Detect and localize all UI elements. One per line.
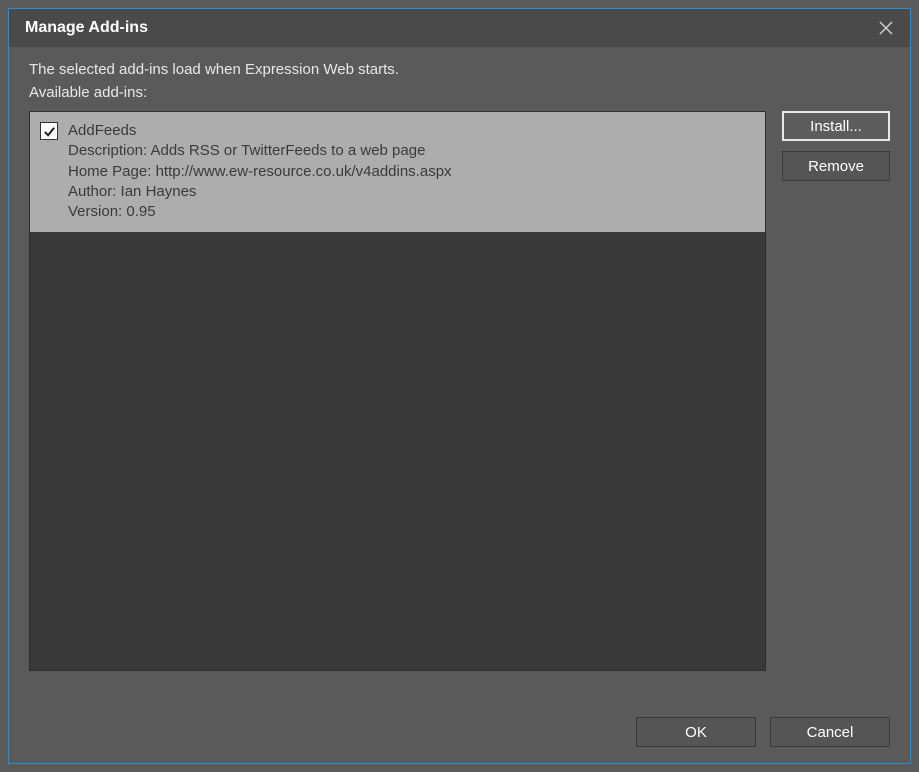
addin-version-line: Version: 0.95 <box>68 202 452 222</box>
addin-description-line: Description: Adds RSS or TwitterFeeds to… <box>68 141 452 161</box>
dialog-footer: OK Cancel <box>29 717 890 747</box>
addin-homepage-value: http://www.ew-resource.co.uk/v4addins.as… <box>156 163 452 180</box>
close-button[interactable] <box>874 16 898 40</box>
addin-author-value: Ian Haynes <box>121 183 197 200</box>
addin-description-value: Adds RSS or TwitterFeeds to a web page <box>151 142 426 159</box>
addin-author-label: Author: <box>68 183 116 200</box>
addin-name: AddFeeds <box>68 121 452 141</box>
available-addins-label: Available add-ins: <box>29 84 890 101</box>
close-icon <box>879 21 893 35</box>
cancel-button[interactable]: Cancel <box>770 717 890 747</box>
ok-button[interactable]: OK <box>636 717 756 747</box>
addin-homepage-line: Home Page: http://www.ew-resource.co.uk/… <box>68 162 452 182</box>
addin-details: AddFeeds Description: Adds RSS or Twitte… <box>68 121 452 222</box>
addin-version-value: 0.95 <box>126 203 155 220</box>
side-buttons: Install... Remove <box>782 111 890 695</box>
addin-homepage-label: Home Page: <box>68 163 151 180</box>
checkmark-icon <box>43 125 56 138</box>
dialog-title: Manage Add-ins <box>25 19 148 37</box>
intro-text: The selected add-ins load when Expressio… <box>29 61 890 78</box>
titlebar: Manage Add-ins <box>9 9 910 47</box>
addin-description-label: Description: <box>68 142 147 159</box>
addin-enable-checkbox[interactable] <box>40 122 58 140</box>
addins-listbox[interactable]: AddFeeds Description: Adds RSS or Twitte… <box>29 111 766 671</box>
manage-addins-dialog: Manage Add-ins The selected add-ins load… <box>8 8 911 764</box>
main-row: AddFeeds Description: Adds RSS or Twitte… <box>29 111 890 695</box>
addin-version-label: Version: <box>68 203 122 220</box>
remove-button[interactable]: Remove <box>782 151 890 181</box>
dialog-body: The selected add-ins load when Expressio… <box>9 47 910 763</box>
addin-list-item[interactable]: AddFeeds Description: Adds RSS or Twitte… <box>30 112 765 232</box>
addin-author-line: Author: Ian Haynes <box>68 182 452 202</box>
install-button[interactable]: Install... <box>782 111 890 141</box>
